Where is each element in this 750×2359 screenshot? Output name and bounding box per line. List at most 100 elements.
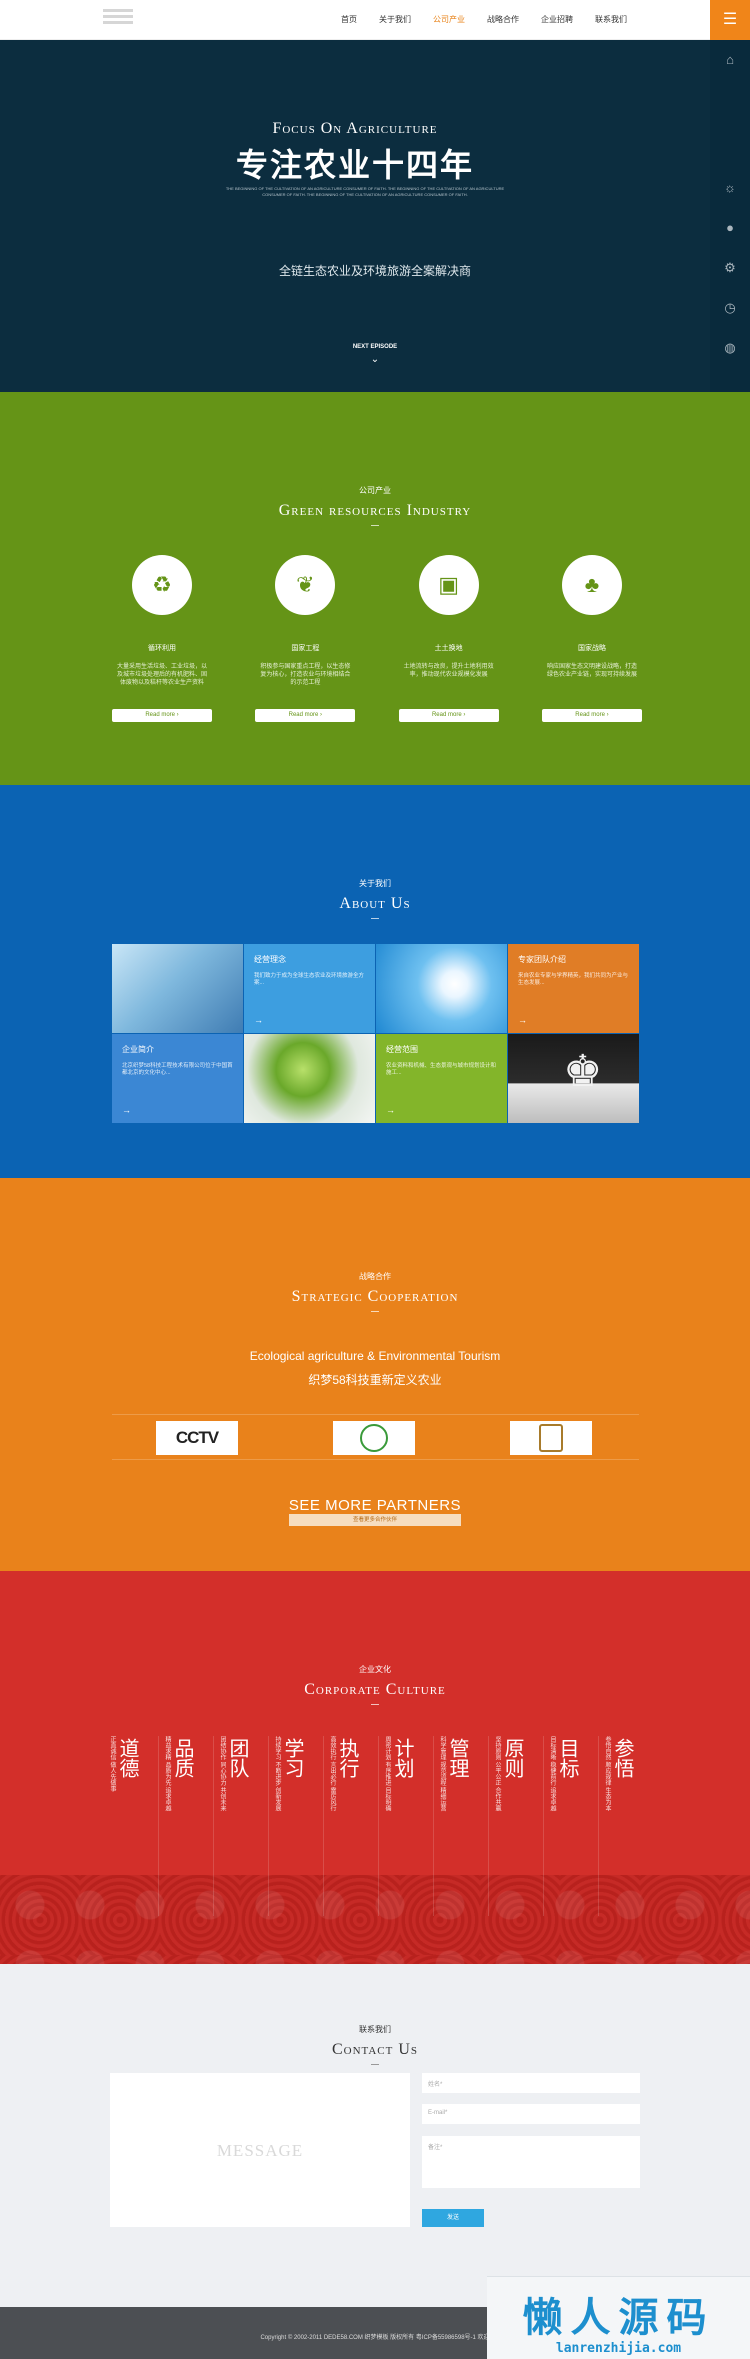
sun-icon[interactable]: ☼ — [710, 168, 750, 208]
watermark-url: lanrenzhijia.com — [555, 2341, 682, 2356]
tile-title: 企业简介 — [122, 1045, 154, 1054]
chevron-down-icon[interactable]: ⌄ — [0, 354, 750, 365]
card-title: 国家工程 — [291, 645, 320, 652]
contact-subtitle: 联系我们 — [359, 2025, 391, 2034]
culture-col-title: 执行 — [336, 1738, 358, 1778]
nav-industry[interactable]: 公司产业 — [422, 0, 476, 40]
arrow-right-icon[interactable]: → — [386, 1105, 395, 1115]
cctv-logo[interactable]: CCTV — [156, 1421, 238, 1455]
tile-scope[interactable]: 经营范围 农业资料和机械、生态景观与城市规划设计和施工... → — [376, 1034, 507, 1123]
cctv-logo-text: CCTV — [175, 1428, 219, 1447]
culture-section: 企业文化 Corporate Culture 正直诚信 做人先做事 道德 精益求精… — [0, 1571, 750, 1964]
card-desc: 积极参与国家重点工程，以生态修复为核心，打造农业与环境相结合的示范工程 — [260, 664, 351, 686]
industry-subtitle: 公司产业 — [359, 486, 391, 495]
tile-intro[interactable]: 企业简介 北京织梦58科技工程技术有限公司位于中国首都北京的文化中心... → — [112, 1034, 243, 1123]
culture-col-title: 道德 — [116, 1738, 138, 1778]
user-icon[interactable]: ● — [710, 208, 750, 248]
about-title: About Us — [339, 895, 411, 912]
name-field[interactable]: 姓名* — [422, 2073, 640, 2093]
culture-column: 科学管理 规范流程 精细运营 管理 — [434, 1736, 489, 1916]
arrow-right-icon[interactable]: → — [254, 1015, 263, 1025]
culture-column: 精益求精 品质为先 追求卓越 品质 — [159, 1736, 214, 1916]
hero-subtitle: 全链生态农业及环境旅游全案解决商 — [278, 264, 471, 278]
culture-col-title: 计划 — [391, 1738, 413, 1778]
note-field[interactable]: 备注* — [422, 2136, 640, 2188]
culture-column: 参悟自然 顺应规律 生态为本 参悟 — [599, 1736, 654, 1916]
clock-icon[interactable]: ◷ — [710, 288, 750, 328]
read-more-button[interactable]: Read more › — [255, 709, 356, 722]
industry-card: ♻ 循环利用 大量采用生活垃圾、工业垃圾，以及城市垃圾处理后的有机肥料、固体废物… — [112, 555, 212, 722]
card-title: 循环利用 — [148, 645, 176, 652]
culture-columns: 正直诚信 做人先做事 道德 精益求精 品质为先 追求卓越 品质 团结协作 同心协力 … — [104, 1736, 644, 1936]
globe-icon[interactable]: ◍ — [710, 328, 750, 368]
strategic-line-cn: 织梦58科技重新定义农业 — [308, 1373, 442, 1387]
tile-title: 经营理念 — [254, 955, 286, 964]
divider — [371, 525, 379, 526]
nav-strategic[interactable]: 战略合作 — [476, 0, 530, 40]
industry-card: ♣ 国家战略 响应国家生态文明建设战略，打造绿色农业产业链，实现可持续发展 Re… — [541, 555, 642, 722]
culture-column: 团结协作 同心协力 共创未来 团队 — [214, 1736, 269, 1916]
culture-column: 持续学习 不断进步 创新发展 学习 — [269, 1736, 324, 1916]
card-title: 土土换地 — [434, 645, 463, 652]
soil-icon: ▣ — [438, 572, 460, 597]
seal-logo[interactable] — [510, 1421, 592, 1455]
menu-icon[interactable]: ☰ — [710, 0, 750, 40]
leaf-globe-icon: ❦ — [296, 572, 315, 597]
submit-button[interactable]: 发送 — [422, 2209, 484, 2227]
partner-logos: CCTV — [112, 1414, 639, 1460]
arrow-right-icon[interactable]: → — [518, 1015, 527, 1025]
contact-title: Contact Us — [331, 2041, 419, 2058]
read-more-button[interactable]: Read more › — [112, 709, 212, 722]
tile-title: 专家团队介绍 — [518, 955, 566, 964]
divider — [371, 1704, 379, 1705]
culture-col-title: 参悟 — [611, 1738, 633, 1778]
watermark: 懒人源码 lanrenzhijia.com — [487, 2276, 750, 2359]
see-more-partners: SEE MORE PARTNERS — [288, 1497, 462, 1514]
arrow-right-icon[interactable]: → — [122, 1105, 131, 1115]
building-image — [112, 944, 243, 1033]
hero-title-en: Focus On Agriculture — [272, 120, 438, 137]
culture-col-title: 管理 — [446, 1738, 468, 1778]
right-rail: ⌂ ☼ ● ⚙ ◷ ◍ — [710, 40, 750, 392]
nav-about[interactable]: 关于我们 — [368, 0, 422, 40]
card-desc: 响应国家生态文明建设战略，打造绿色农业产业链，实现可持续发展 — [546, 664, 637, 678]
about-subtitle: 关于我们 — [359, 879, 391, 888]
tile-desc: 农业资料和机械、生态景观与城市规划设计和施工... — [386, 1063, 497, 1076]
home-icon[interactable]: ⌂ — [710, 40, 750, 80]
industry-section: 公司产业 Green resources Industry ♻ 循环利用 大量采… — [0, 392, 750, 785]
strategic-title: Strategic Cooperation — [291, 1288, 459, 1305]
site-logo[interactable] — [103, 6, 137, 36]
emblem-logo[interactable] — [333, 1421, 415, 1455]
site-header: 首页 关于我们 公司产业 战略合作 企业招聘 联系我们 ☰ — [0, 0, 750, 40]
hero-small-text: THE BEGINNING OF THE CULTIVATION OF AN A… — [225, 186, 505, 197]
see-more-partners-button[interactable]: 查看更多合作伙伴 — [289, 1514, 461, 1526]
culture-col-title: 学习 — [281, 1738, 303, 1778]
strategic-section: 战略合作 Strategic Cooperation Ecological ag… — [0, 1178, 750, 1571]
culture-col-title: 品质 — [171, 1738, 193, 1778]
page: 首页 关于我们 公司产业 战略合作 企业招聘 联系我们 ☰ Focus On A… — [0, 0, 750, 2359]
tile-desc: 北京织梦58科技工程技术有限公司位于中国首都北京的文化中心... — [122, 1063, 233, 1076]
divider — [371, 1311, 379, 1312]
nav-contact[interactable]: 联系我们 — [584, 0, 638, 40]
dandelion-image — [376, 944, 507, 1033]
culture-col-title: 团队 — [226, 1738, 248, 1778]
divider — [371, 2064, 379, 2065]
nav-home[interactable]: 首页 — [330, 0, 368, 40]
nav-recruit[interactable]: 企业招聘 — [530, 0, 584, 40]
message-textarea[interactable]: MESSAGE — [110, 2073, 410, 2227]
culture-column: 坚持原则 公平公正 合作共赢 原则 — [489, 1736, 544, 1916]
tile-experts[interactable]: 专家团队介绍 来自农业专家与学界精英，我们共同为产业与生态发展... → — [508, 944, 639, 1033]
read-more-button[interactable]: Read more › — [398, 709, 499, 722]
strategic-subtitle: 战略合作 — [359, 1272, 391, 1281]
industry-title: Green resources Industry — [278, 502, 472, 519]
culture-column: 目标清晰 稳健前行 追求卓越 目标 — [544, 1736, 599, 1916]
next-episode-label[interactable]: NEXT EPISODE — [0, 344, 750, 350]
strategic-line-en: Ecological agriculture & Environmental T… — [249, 1349, 501, 1363]
divider — [371, 918, 379, 919]
email-field[interactable]: E-mail* — [422, 2104, 640, 2124]
tile-desc: 我们致力于成为全球生态农业及环境旅游全方案... — [254, 973, 365, 986]
read-more-button[interactable]: Read more › — [541, 709, 642, 722]
gear-icon[interactable]: ⚙ — [710, 248, 750, 288]
card-title: 国家战略 — [577, 645, 606, 652]
tile-philosophy[interactable]: 经营理念 我们致力于成为全球生态农业及环境旅游全方案... → — [244, 944, 375, 1033]
